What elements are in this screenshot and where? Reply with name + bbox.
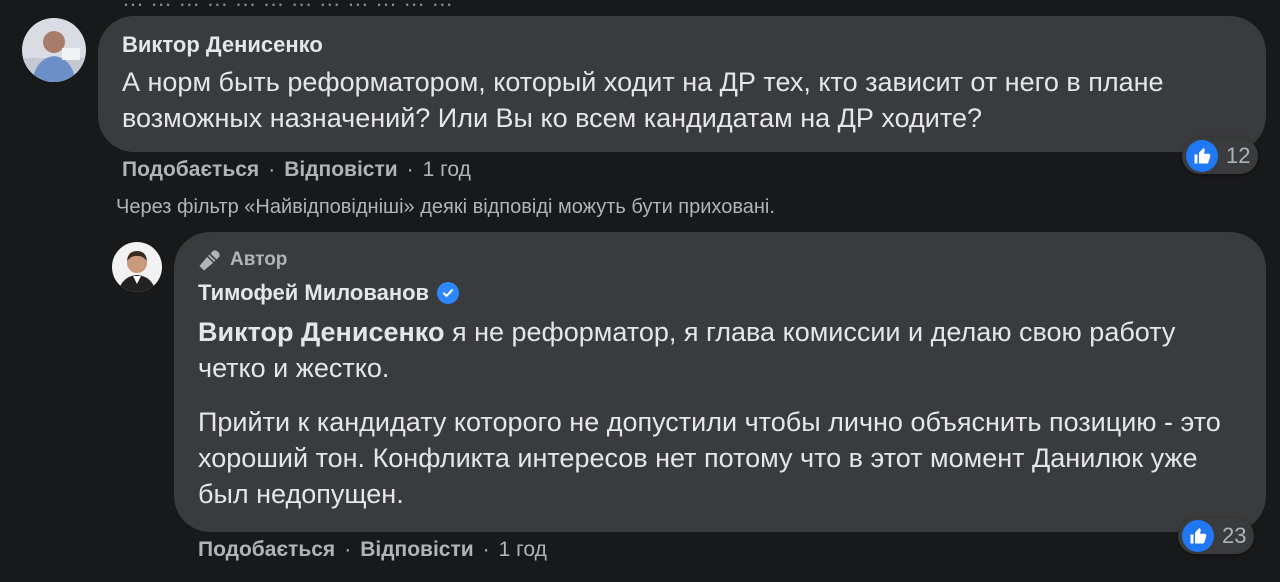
reaction-count: 12	[1226, 143, 1251, 168]
comment-actions: Подобається · Відповісти · 1 год	[122, 158, 471, 182]
verified-check-icon	[437, 282, 460, 304]
reply-actions: Подобається · Відповісти · 1 год	[198, 538, 547, 562]
reaction-count: 23	[1222, 523, 1247, 548]
reply-paragraph-2: Прийти к кандидату которого не допустили…	[198, 407, 1221, 509]
like-button[interactable]: Подобається	[198, 538, 335, 562]
mention-link[interactable]: Виктор Денисенко	[198, 317, 444, 347]
separator-dot: ·	[406, 158, 414, 181]
filter-note: Через фільтр «Найвідповідніші» деякі від…	[116, 196, 775, 218]
separator-dot: ·	[344, 538, 352, 561]
reply-author[interactable]: Тимофей Милованов	[198, 280, 429, 306]
reply-bubble: Автор Тимофей Милованов Виктор Денисенко…	[174, 232, 1266, 532]
separator-dot: ·	[268, 158, 276, 181]
comment-thread: … … … … … … … … … … … … Виктор Денисенко…	[0, 0, 1280, 582]
comment-text: А норм быть реформатором, который ходит …	[122, 67, 1164, 133]
truncated-text: … … … … … … … … … … … …	[122, 0, 453, 12]
reply-paragraph-1: Виктор Денисенко я не реформатор, я глав…	[198, 314, 1248, 386]
comment-bubble: Виктор Денисенко А норм быть реформаторо…	[98, 16, 1266, 152]
author-badge-label: Автор	[230, 249, 288, 270]
reply-button[interactable]: Відповісти	[284, 158, 397, 182]
comment-author[interactable]: Виктор Денисенко	[122, 32, 323, 58]
reply-text: Виктор Денисенко я не реформатор, я глав…	[198, 314, 1248, 512]
like-button[interactable]: Подобається	[122, 158, 259, 182]
reply-author-row: Тимофей Милованов	[198, 280, 460, 306]
comment-timestamp[interactable]: 1 год	[423, 158, 471, 182]
thumbs-up-icon	[1182, 520, 1214, 552]
microphone-icon	[198, 248, 222, 272]
avatar-viktor[interactable]	[22, 18, 86, 82]
avatar-timofey[interactable]	[112, 242, 162, 292]
avatar-image	[22, 18, 86, 82]
avatar-image	[112, 242, 162, 292]
reaction-summary[interactable]: 12	[1182, 138, 1259, 174]
author-badge: Автор	[198, 248, 287, 272]
reply-button[interactable]: Відповісти	[360, 538, 473, 562]
thumbs-up-icon	[1186, 140, 1218, 172]
separator-dot: ·	[482, 538, 490, 561]
reply-timestamp[interactable]: 1 год	[499, 538, 547, 562]
reply-reaction-summary[interactable]: 23	[1178, 518, 1255, 554]
